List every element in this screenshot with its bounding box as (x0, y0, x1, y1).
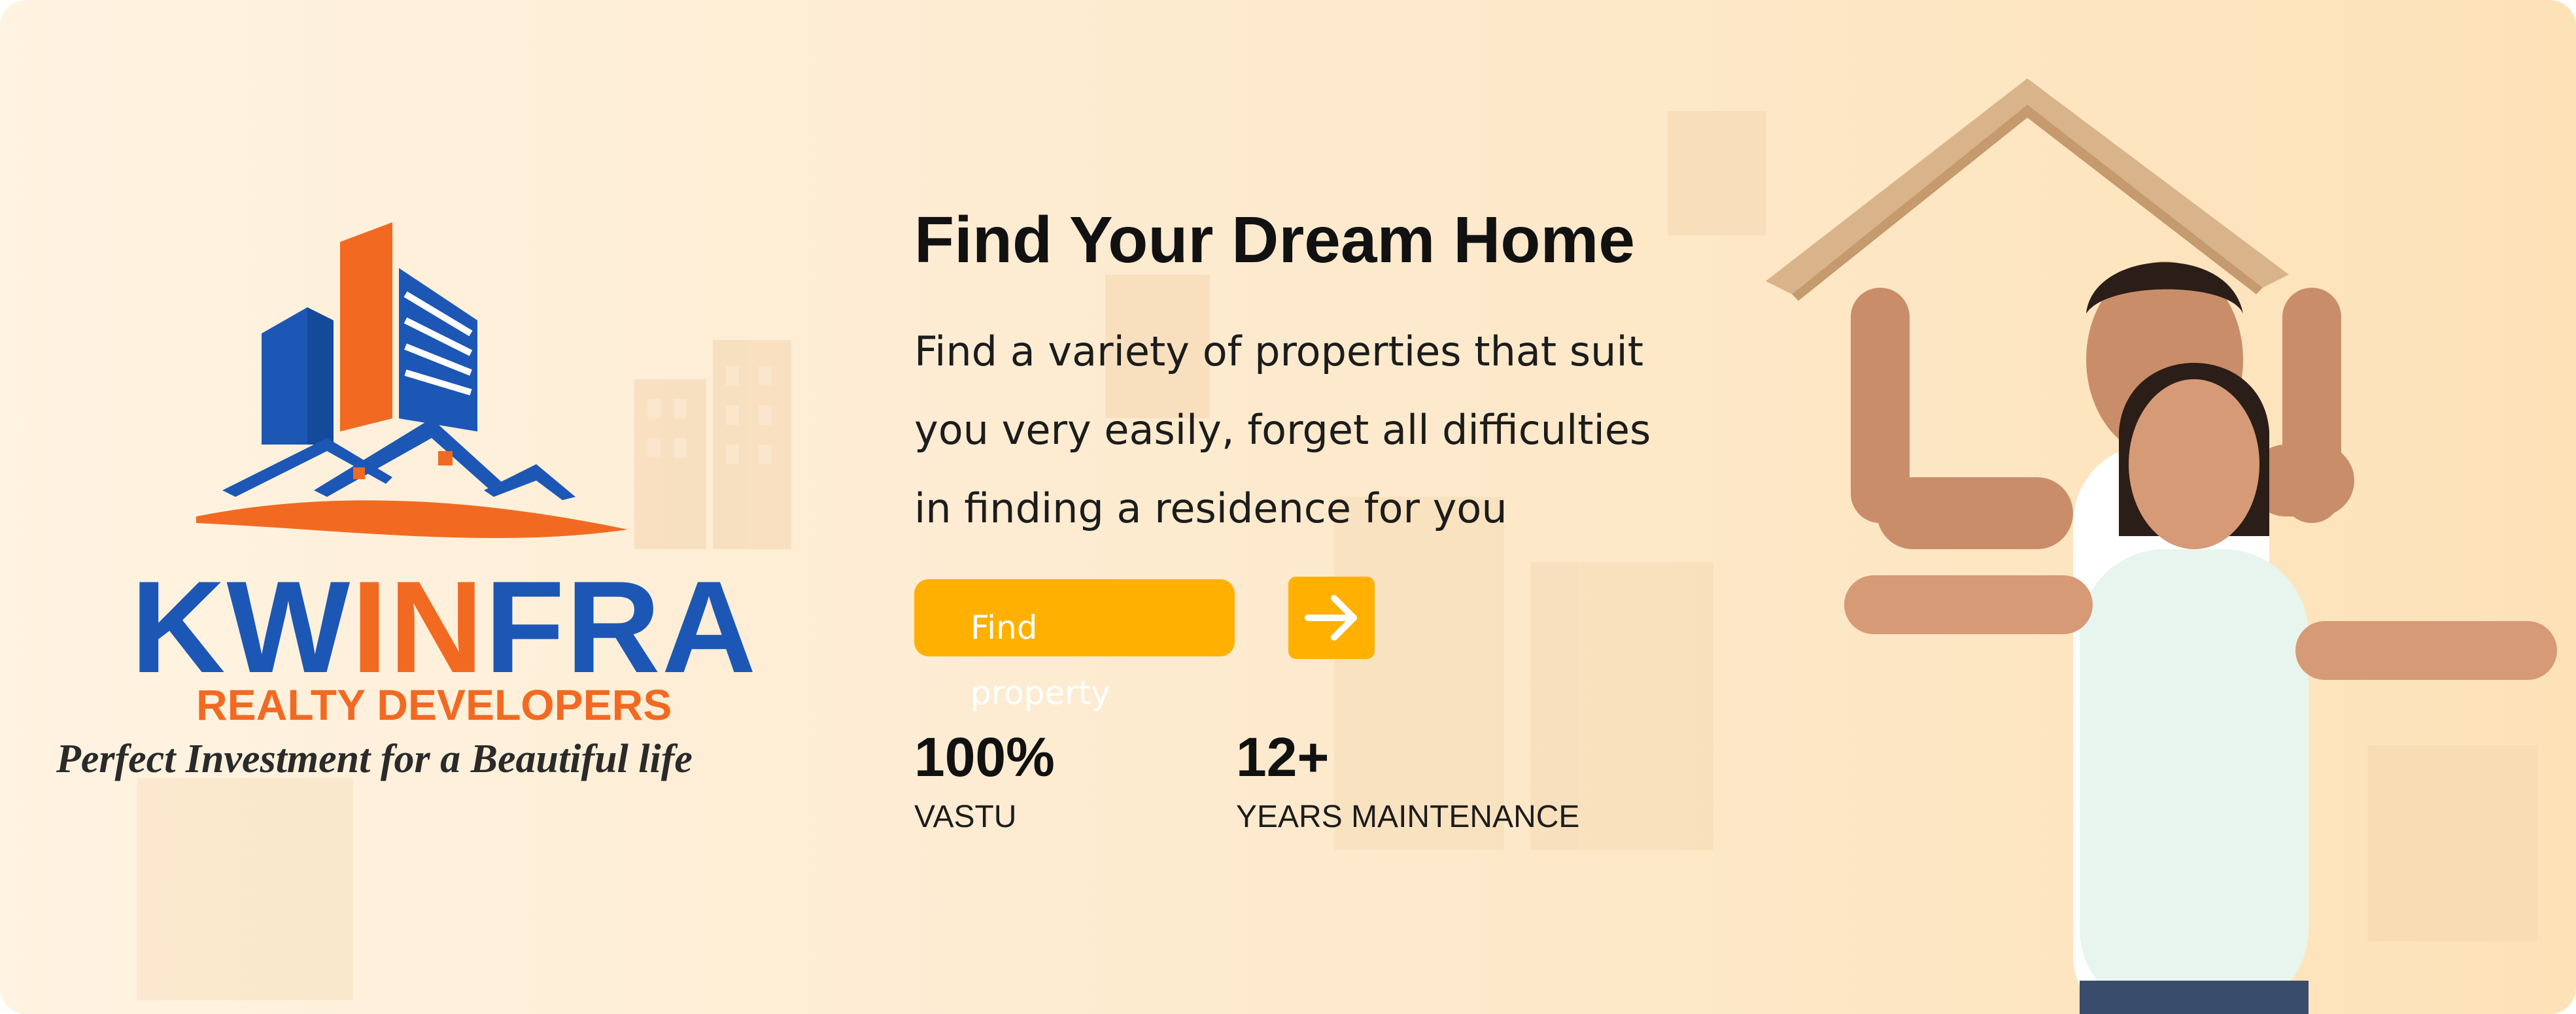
stat-value: 12+ (1236, 726, 1330, 788)
arrow-right-icon (1305, 595, 1357, 641)
brand-tagline: Perfect Investment for a Beautiful life (56, 737, 693, 781)
stat-label: VASTU (914, 800, 1017, 834)
brand-subtitle: REALTY DEVELOPERS (196, 681, 672, 729)
find-property-button[interactable]: Find property (914, 579, 1235, 712)
arrow-next-button[interactable] (1288, 577, 1375, 659)
hero-title: Find Your Dream Home (914, 203, 1636, 277)
kwinfra-logo-icon (196, 222, 628, 538)
background-building-icon (137, 778, 353, 1000)
background-building-icon (634, 340, 791, 549)
brand-name-part: KW (131, 554, 352, 700)
brand-name-part: FRA (485, 554, 758, 700)
description-line: you very easily, forget all difficulties (914, 406, 1651, 454)
description-line: Find a variety of properties that suit (914, 328, 1644, 375)
hero-description: Find a variety of properties that suit y… (914, 313, 1699, 548)
couple-under-roof-image (1766, 78, 2557, 1014)
find-property-label: Find property (970, 609, 1111, 712)
hero-banner: KWINFRA REALTY DEVELOPERS Perfect Invest… (0, 0, 2576, 1014)
brand-name-part: IN (351, 554, 485, 700)
stat-label: YEARS MAINTENANCE (1236, 800, 1580, 834)
brand-name: KWINFRA (131, 562, 757, 693)
description-line: in finding a residence for you (914, 484, 1507, 532)
stat-value: 100% (914, 726, 1055, 788)
